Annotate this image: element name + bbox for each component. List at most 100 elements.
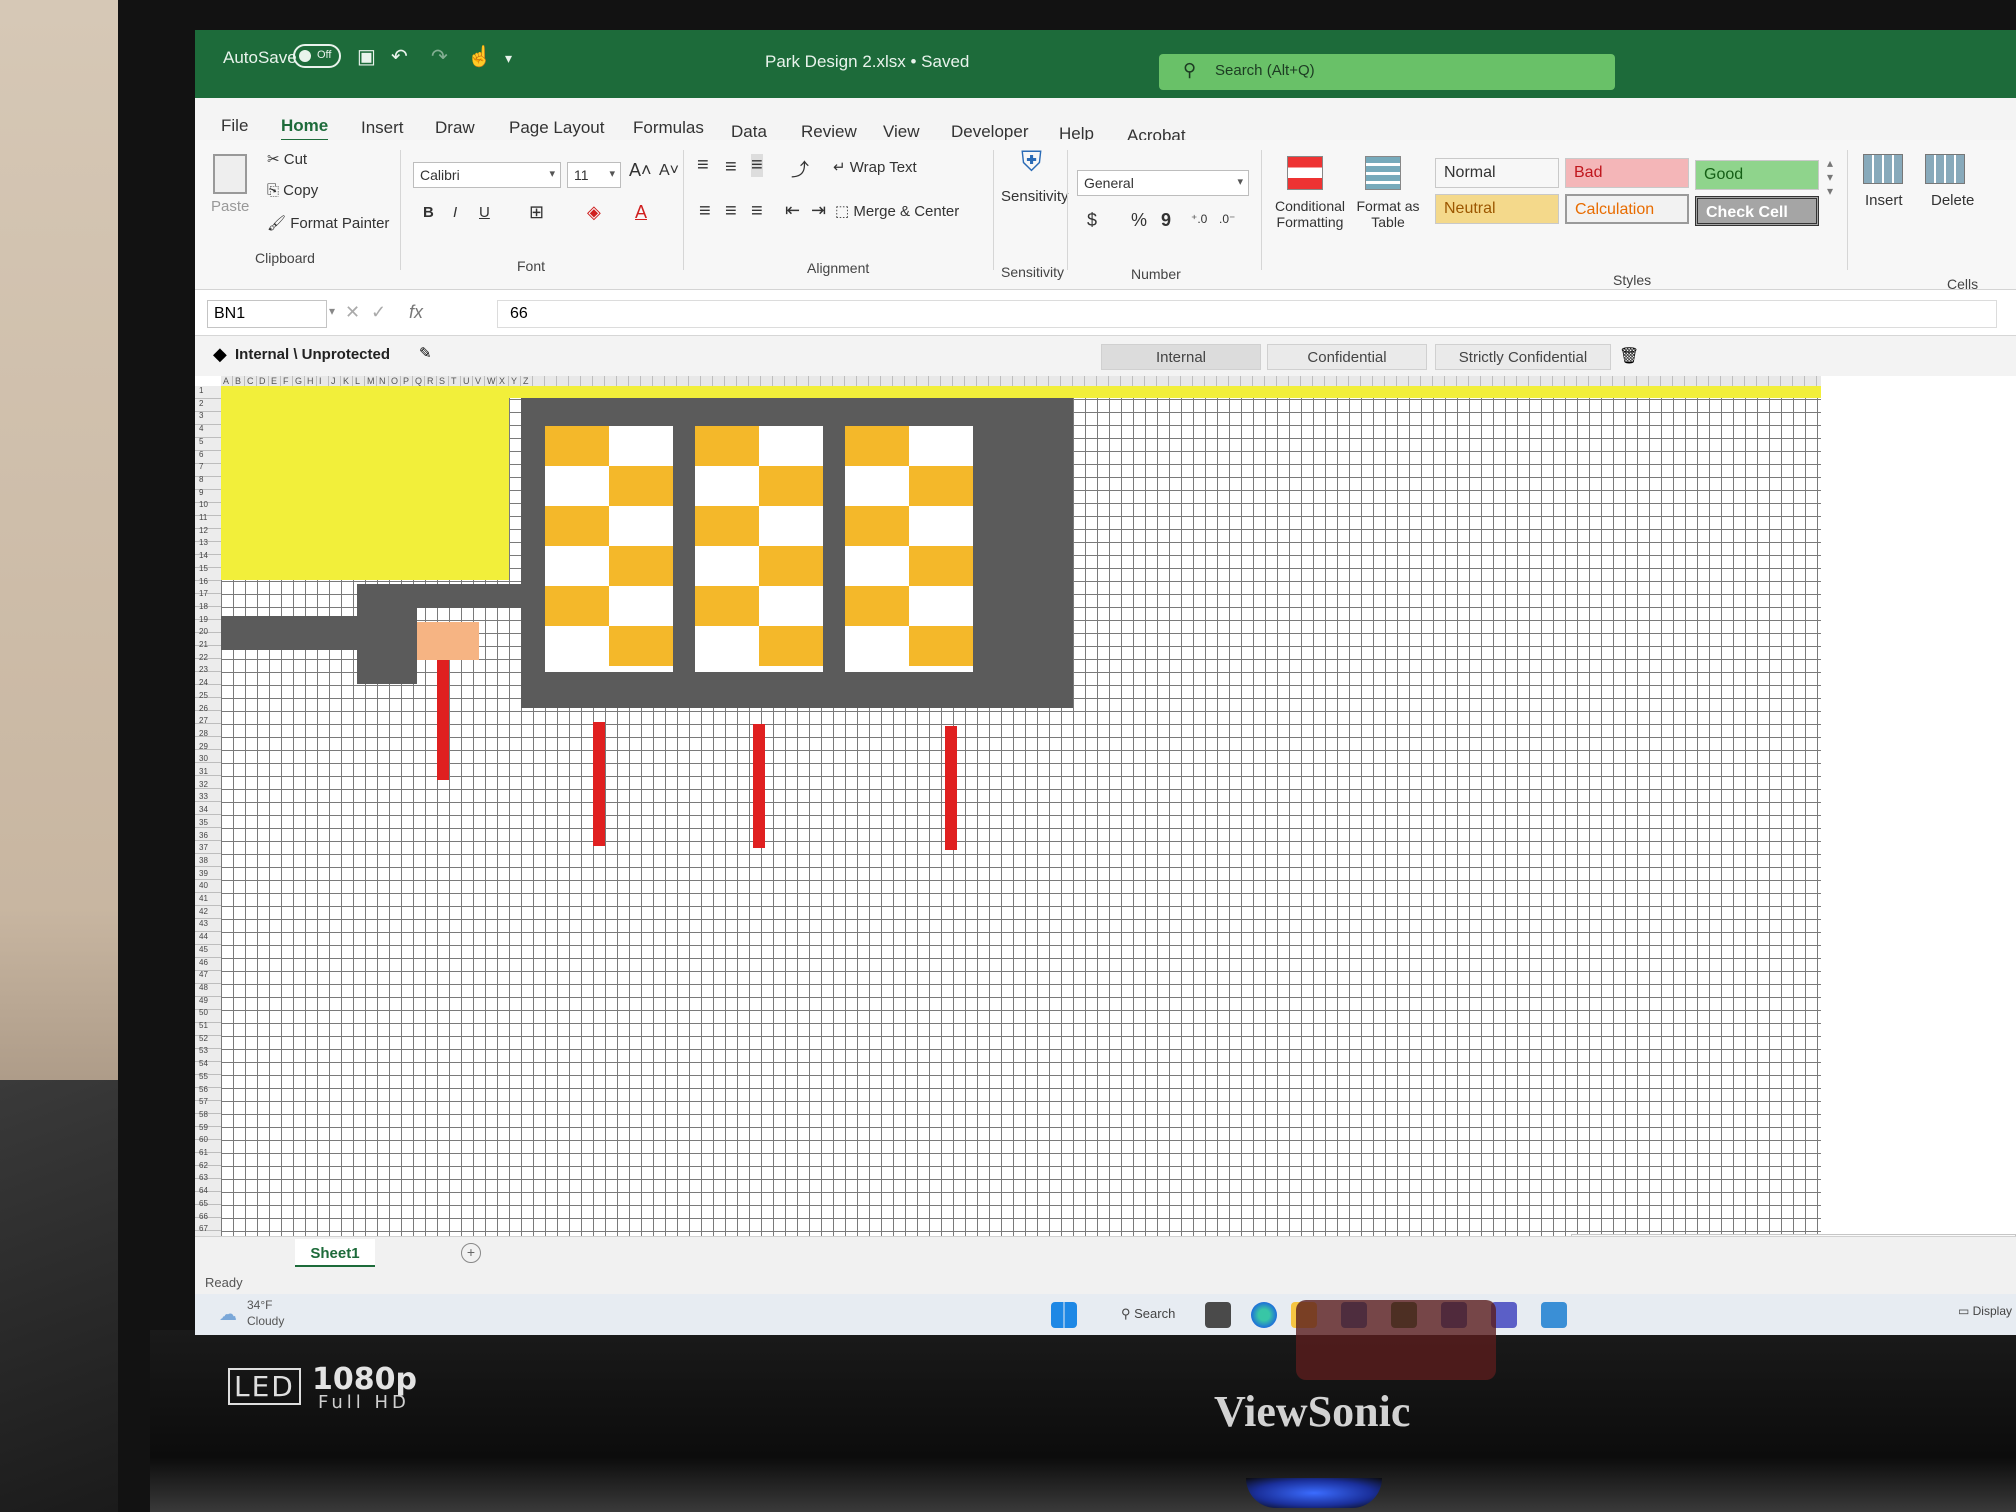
- row-number[interactable]: 38: [199, 856, 208, 865]
- row-number[interactable]: 45: [199, 945, 208, 954]
- row-number[interactable]: 32: [199, 780, 208, 789]
- row-number[interactable]: 54: [199, 1059, 208, 1068]
- row-number[interactable]: 9: [199, 488, 203, 497]
- styles-scroll-icon[interactable]: ▴ ▾ ▾: [1827, 156, 1833, 198]
- row-number[interactable]: 50: [199, 1008, 208, 1017]
- row-number[interactable]: 14: [199, 551, 208, 560]
- row-number[interactable]: 51: [199, 1021, 208, 1030]
- row-number[interactable]: 31: [199, 767, 208, 776]
- row-number[interactable]: 46: [199, 958, 208, 967]
- column-letter[interactable]: A: [223, 376, 229, 386]
- paste-icon[interactable]: [213, 154, 247, 194]
- row-number[interactable]: 18: [199, 602, 208, 611]
- grow-font-icon[interactable]: A˄: [629, 160, 652, 181]
- name-box[interactable]: BN1: [207, 300, 327, 328]
- row-number[interactable]: 35: [199, 818, 208, 827]
- row-number[interactable]: 1: [199, 386, 203, 395]
- style-bad[interactable]: Bad: [1565, 158, 1689, 188]
- align-center-icon[interactable]: ≡: [725, 200, 737, 223]
- tab-review[interactable]: Review: [801, 122, 857, 142]
- customize-qa-icon[interactable]: ▾: [505, 50, 512, 67]
- column-letter[interactable]: O: [391, 376, 398, 386]
- row-number[interactable]: 6: [199, 450, 203, 459]
- row-number[interactable]: 64: [199, 1186, 208, 1195]
- row-number[interactable]: 28: [199, 729, 208, 738]
- paste-button[interactable]: Paste: [211, 198, 249, 215]
- row-number[interactable]: 19: [199, 615, 208, 624]
- sensitivity-strict-button[interactable]: Strictly Confidential: [1435, 344, 1611, 370]
- display-button[interactable]: ▭ Display: [1958, 1304, 2012, 1318]
- increase-decimal-icon[interactable]: ⁺.0: [1191, 212, 1207, 226]
- column-letter[interactable]: J: [331, 376, 336, 386]
- tab-developer[interactable]: Developer: [951, 122, 1029, 142]
- row-number[interactable]: 11: [199, 513, 207, 522]
- row-number[interactable]: 24: [199, 678, 208, 687]
- column-letter[interactable]: K: [343, 376, 349, 386]
- edit-pencil-icon[interactable]: ✎: [419, 344, 432, 362]
- row-number[interactable]: 60: [199, 1135, 208, 1144]
- row-number[interactable]: 59: [199, 1123, 208, 1132]
- row-number[interactable]: 34: [199, 805, 208, 814]
- cancel-icon[interactable]: ✕: [345, 302, 360, 323]
- align-middle-icon[interactable]: ≡: [725, 156, 737, 179]
- row-number[interactable]: 5: [199, 437, 203, 446]
- copy-button[interactable]: ⎘ Copy: [267, 182, 318, 199]
- format-as-table-button[interactable]: Format as Table: [1355, 198, 1421, 230]
- save-icon[interactable]: ▣: [357, 44, 376, 69]
- row-number[interactable]: 21: [199, 640, 208, 649]
- column-letter[interactable]: S: [439, 376, 445, 386]
- style-normal[interactable]: Normal: [1435, 158, 1559, 188]
- row-number[interactable]: 43: [199, 919, 208, 928]
- borders-icon[interactable]: ⊞: [529, 202, 544, 223]
- column-letter[interactable]: G: [295, 376, 302, 386]
- name-box-dropdown-icon[interactable]: ▾: [329, 304, 335, 318]
- delete-cells-icon[interactable]: [1925, 154, 1965, 184]
- column-letter[interactable]: D: [259, 376, 266, 386]
- sensitivity-button[interactable]: Sensitivity: [1001, 188, 1069, 205]
- sensitivity-confidential-button[interactable]: Confidential: [1267, 344, 1427, 370]
- sensitivity-internal-button[interactable]: Internal: [1101, 344, 1261, 370]
- style-neutral[interactable]: Neutral: [1435, 194, 1559, 224]
- delete-button[interactable]: Delete: [1931, 192, 1974, 209]
- column-letter[interactable]: T: [451, 376, 457, 386]
- search-box[interactable]: ⚲ Search (Alt+Q): [1159, 54, 1615, 90]
- underline-button[interactable]: U: [479, 204, 490, 221]
- merge-center-button[interactable]: ⬚ Merge & Center: [835, 202, 959, 220]
- column-letter[interactable]: X: [499, 376, 505, 386]
- column-letter[interactable]: E: [271, 376, 277, 386]
- column-letter[interactable]: V: [475, 376, 481, 386]
- align-right-icon[interactable]: ≡: [751, 200, 763, 223]
- font-color-icon[interactable]: A: [635, 202, 647, 223]
- autosave-toggle[interactable]: Off: [293, 44, 341, 68]
- trash-icon[interactable]: 🗑: [1619, 346, 1639, 366]
- row-number[interactable]: 61: [199, 1148, 208, 1157]
- align-top-icon[interactable]: ≡: [697, 154, 709, 177]
- row-number[interactable]: 33: [199, 792, 208, 801]
- row-number[interactable]: 17: [199, 589, 208, 598]
- insert-button[interactable]: Insert: [1865, 192, 1903, 209]
- row-number[interactable]: 3: [199, 411, 203, 420]
- row-number[interactable]: 27: [199, 716, 208, 725]
- insert-cells-icon[interactable]: [1863, 154, 1903, 184]
- currency-button[interactable]: $: [1087, 210, 1097, 231]
- row-number[interactable]: 40: [199, 881, 208, 890]
- comma-button[interactable]: 9: [1161, 210, 1171, 231]
- row-number[interactable]: 56: [199, 1085, 208, 1094]
- column-letter[interactable]: H: [307, 376, 314, 386]
- column-letter[interactable]: F: [283, 376, 289, 386]
- sheet-tab-sheet1[interactable]: Sheet1: [295, 1239, 375, 1267]
- column-letter[interactable]: I: [319, 376, 322, 386]
- column-letter[interactable]: Q: [415, 376, 422, 386]
- column-letter[interactable]: W: [487, 376, 496, 386]
- row-number[interactable]: 58: [199, 1110, 208, 1119]
- row-number[interactable]: 47: [199, 970, 208, 979]
- tab-page-layout[interactable]: Page Layout: [509, 118, 604, 138]
- column-letter[interactable]: U: [463, 376, 470, 386]
- font-size-select[interactable]: 11: [567, 162, 621, 188]
- row-number[interactable]: 7: [199, 462, 203, 471]
- format-as-table-icon[interactable]: [1365, 156, 1401, 190]
- column-letter[interactable]: C: [247, 376, 254, 386]
- align-left-icon[interactable]: ≡: [699, 200, 711, 223]
- cut-button[interactable]: ✂ Cut: [267, 150, 307, 168]
- font-name-select[interactable]: Calibri: [413, 162, 561, 188]
